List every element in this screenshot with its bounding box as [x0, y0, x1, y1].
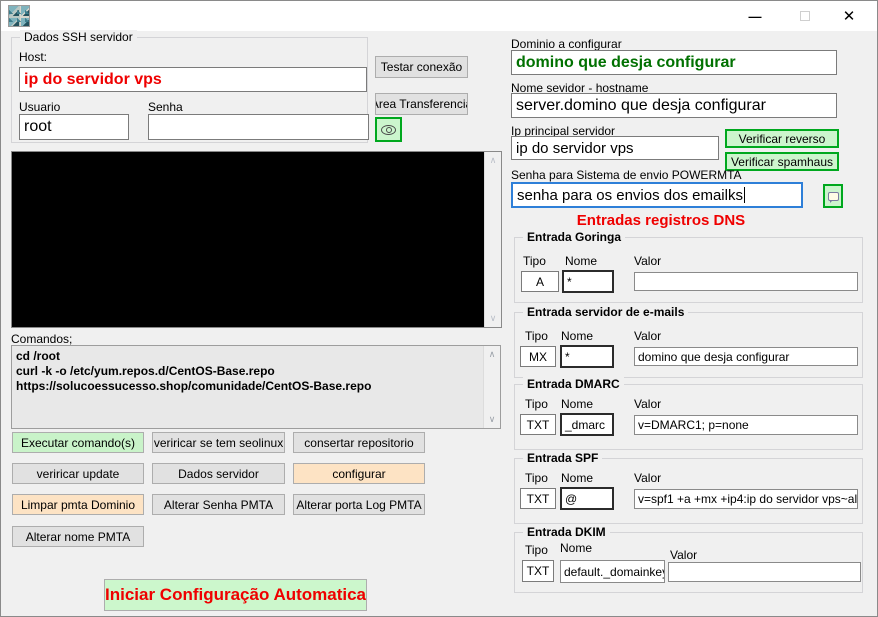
dns-nome-input[interactable]: *: [562, 270, 614, 293]
text-caret: [744, 187, 745, 203]
close-icon: ✕: [843, 7, 856, 25]
check-seolinux-button[interactable]: veriricar se tem seolinux: [152, 432, 285, 453]
clipboard-area-button[interactable]: Area Transferencia: [375, 93, 468, 115]
ssh-password-input[interactable]: [148, 114, 369, 140]
nome-column-label: Nome: [565, 254, 597, 268]
ssh-password-label: Senha: [148, 100, 183, 114]
console-scrollbar[interactable]: ∧ ∨: [484, 152, 501, 327]
dns-group-title: Entrada Goringa: [523, 230, 625, 244]
test-connection-button[interactable]: Testar conexão: [375, 56, 468, 78]
console-output[interactable]: ∧ ∨: [11, 151, 502, 328]
command-line: cd /root: [16, 349, 480, 364]
clear-pmta-domain-button[interactable]: Limpar pmta Dominio: [12, 494, 144, 515]
tipo-column-label: Tipo: [525, 471, 548, 485]
pmta-password-input[interactable]: senha para os envios dos emailks: [511, 182, 803, 208]
dns-heading: Entradas registros DNS: [506, 212, 816, 229]
scroll-up-icon[interactable]: ∧: [484, 347, 500, 362]
valor-column-label: Valor: [634, 471, 661, 485]
maximize-button[interactable]: [783, 1, 827, 31]
valor-column-label: Valor: [634, 397, 661, 411]
user-input[interactable]: root: [19, 114, 129, 140]
host-input[interactable]: ip do servidor vps: [19, 67, 367, 92]
dns-tipo-input[interactable]: MX: [520, 346, 556, 367]
command-line: curl -k -o /etc/yum.repos.d/CentOS-Base.…: [16, 364, 480, 379]
tipo-column-label: Tipo: [525, 397, 548, 411]
dns-nome-input[interactable]: *: [560, 345, 614, 368]
hostname-input[interactable]: server.domino que desja configurar: [511, 93, 837, 118]
domain-input[interactable]: domino que desja configurar: [511, 50, 837, 75]
scroll-down-icon[interactable]: ∨: [484, 412, 500, 427]
dns-tipo-input[interactable]: A: [521, 271, 559, 292]
command-line: https://solucoessucesso.shop/comunidade/…: [16, 379, 480, 394]
verify-reverse-button[interactable]: Verificar reverso: [725, 129, 839, 148]
main-ip-input[interactable]: ip do servidor vps: [511, 136, 719, 160]
start-auto-config-button[interactable]: Iniciar Configuração Automatica: [104, 579, 367, 611]
execute-commands-button[interactable]: Executar comando(s): [12, 432, 144, 453]
valor-column-label: Valor: [634, 329, 661, 343]
dns-valor-input[interactable]: domino que desja configurar: [634, 347, 858, 366]
dns-tipo-input[interactable]: TXT: [522, 560, 554, 582]
dns-group-dmarc: Entrada DMARC Tipo Nome Valor TXT _dmarc…: [514, 384, 863, 450]
show-password-button[interactable]: [375, 117, 402, 142]
dns-group-goringa: Entrada Goringa Tipo Nome Valor A *: [514, 237, 863, 303]
valor-column-label: Valor: [670, 548, 697, 562]
scroll-down-icon[interactable]: ∨: [485, 311, 501, 326]
dns-group-title: Entrada DMARC: [523, 377, 624, 391]
dns-valor-input[interactable]: v=DMARC1; p=none: [634, 415, 858, 435]
dns-nome-input[interactable]: default._domainkey: [560, 560, 665, 583]
dns-valor-input[interactable]: [668, 562, 861, 582]
dns-valor-input[interactable]: [634, 272, 858, 291]
user-label: Usuario: [19, 100, 60, 114]
tipo-column-label: Tipo: [525, 329, 548, 343]
nome-column-label: Nome: [561, 471, 593, 485]
console-screen: [12, 152, 484, 327]
title-bar: — ✕: [1, 1, 877, 31]
change-pmta-log-port-button[interactable]: Alterar porta Log PMTA: [293, 494, 425, 515]
eye-icon: [381, 125, 396, 135]
tipo-column-label: Tipo: [525, 543, 548, 557]
verify-spamhaus-button[interactable]: Verificar spamhaus: [725, 152, 839, 171]
nome-column-label: Nome: [560, 541, 592, 555]
nome-column-label: Nome: [561, 397, 593, 411]
commands-text: cd /root curl -k -o /etc/yum.repos.d/Cen…: [16, 349, 480, 394]
dns-tipo-input[interactable]: TXT: [520, 488, 556, 509]
valor-column-label: Valor: [634, 254, 661, 268]
check-update-button[interactable]: veriricar update: [12, 463, 144, 484]
scroll-up-icon[interactable]: ∧: [485, 153, 501, 168]
dns-group-dkim: Entrada DKIM Tipo Nome Valor TXT default…: [514, 532, 863, 593]
dns-tipo-input[interactable]: TXT: [520, 414, 556, 435]
dns-group-title: Entrada DKIM: [523, 525, 610, 539]
dns-nome-input[interactable]: @: [560, 487, 614, 510]
minimize-button[interactable]: —: [733, 1, 777, 31]
dns-group-mail: Entrada servidor de e-mails Tipo Nome Va…: [514, 312, 863, 378]
copy-password-button[interactable]: [823, 184, 843, 208]
close-button[interactable]: ✕: [827, 1, 871, 31]
configure-button[interactable]: configurar: [293, 463, 425, 484]
speech-bubble-icon: [828, 192, 839, 201]
dns-group-spf: Entrada SPF Tipo Nome Valor TXT @ v=spf1…: [514, 458, 863, 524]
app-icon: [8, 5, 30, 27]
ssh-group-title: Dados SSH servidor: [20, 30, 137, 44]
commands-label: Comandos;: [11, 332, 72, 346]
domain-label: Dominio a configurar: [511, 37, 622, 51]
app-window: — ✕ Dados SSH servidor Host: ip do servi…: [0, 0, 878, 617]
server-data-button[interactable]: Dados servidor: [152, 463, 285, 484]
tipo-column-label: Tipo: [523, 254, 546, 268]
dns-group-title: Entrada SPF: [523, 451, 602, 465]
maximize-icon: [800, 11, 810, 21]
commands-scrollbar[interactable]: ∧ ∨: [483, 346, 500, 428]
nome-column-label: Nome: [561, 329, 593, 343]
dns-valor-input[interactable]: v=spf1 +a +mx +ip4:ip do servidor vps~al: [634, 489, 858, 509]
minimize-icon: —: [749, 9, 762, 24]
pmta-password-label: Senha para Sistema de envio POWERMTA: [511, 168, 742, 182]
host-label: Host:: [19, 50, 47, 64]
dns-group-title: Entrada servidor de e-mails: [523, 305, 688, 319]
dns-nome-input[interactable]: _dmarc: [560, 413, 614, 436]
change-pmta-name-button[interactable]: Alterar nome PMTA: [12, 526, 144, 547]
fix-repository-button[interactable]: consertar repositorio: [293, 432, 425, 453]
commands-textarea[interactable]: cd /root curl -k -o /etc/yum.repos.d/Cen…: [11, 345, 501, 429]
change-pmta-password-button[interactable]: Alterar Senha PMTA: [152, 494, 285, 515]
